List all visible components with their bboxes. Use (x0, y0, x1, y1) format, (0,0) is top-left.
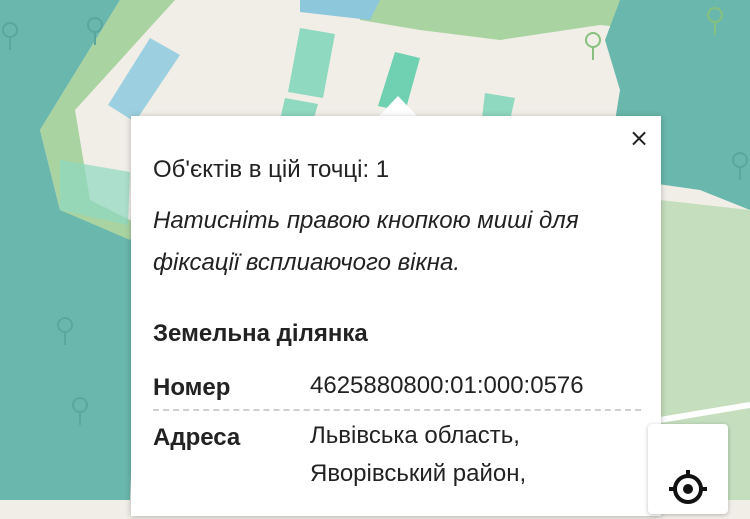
row-divider (153, 409, 641, 411)
row-label-address: Адреса (153, 424, 241, 451)
close-icon[interactable]: × (627, 124, 651, 152)
locate-button[interactable] (648, 424, 728, 514)
popup-hint: Натисніть правою кнопкою миші для фіксац… (153, 207, 579, 276)
locate-icon (669, 470, 707, 504)
row-value-address-line-1: Львівська область, (310, 422, 520, 449)
popup-tip (378, 96, 418, 117)
row-value-address-line-2: Яворівський район, (310, 460, 527, 487)
section-title: Земельна ділянка (153, 320, 368, 347)
objects-count: Об'єктів в цій точці: 1 (153, 156, 390, 183)
row-value-number: 4625880800:01:000:0576 (310, 372, 584, 399)
row-label-number: Номер (153, 374, 231, 401)
feature-popup: × Об'єктів в цій точці: 1 Натисніть прав… (131, 116, 661, 516)
